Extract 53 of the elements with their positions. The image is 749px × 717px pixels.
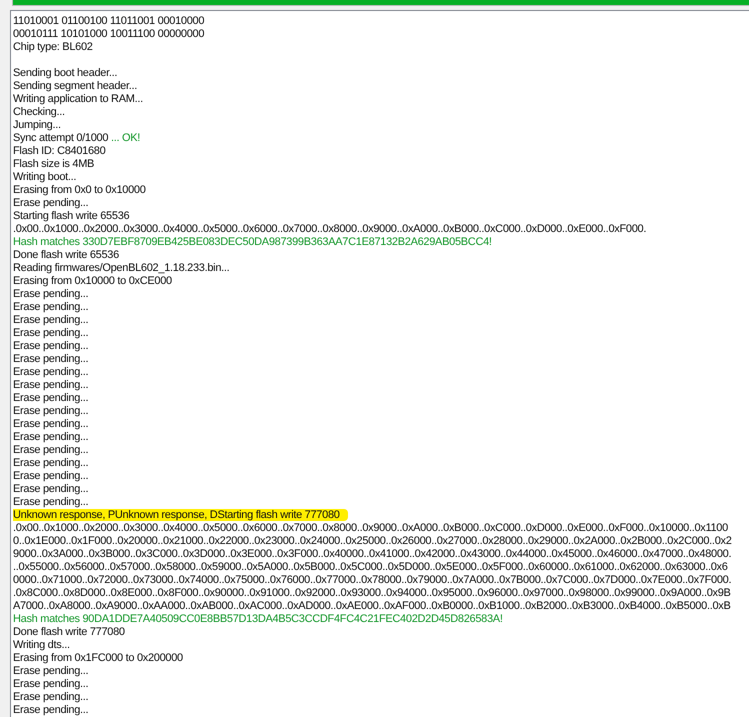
log-line: Erase pending... bbox=[13, 288, 88, 300]
log-line: Erase pending... bbox=[13, 392, 88, 404]
log-line: Erase pending... bbox=[13, 431, 88, 443]
log-line: 0000..0x71000..0x72000..0x73000..0x74000..0x75000..0x76000..0x77000..0x78000..0x79000..0x7A000..0x7B000..0x7C000..0x7D000..0x7E000..0x7F000. bbox=[13, 574, 732, 586]
log-line: Writing boot... bbox=[13, 171, 76, 183]
log-line: 11010001 01100100 11011001 00010000 bbox=[13, 15, 204, 27]
log-line: Erase pending... bbox=[13, 197, 88, 209]
log-line: Erase pending... bbox=[13, 405, 88, 417]
log-line: Erase pending... bbox=[13, 418, 88, 430]
log-line: Flash size is 4MB bbox=[13, 158, 94, 170]
log-line: 00010111 10101000 10011100 00000000 bbox=[13, 28, 204, 40]
log-line: Done flash write 777080 bbox=[13, 626, 125, 638]
log-line: .0x00..0x1000..0x2000..0x3000..0x4000..0x5000..0x6000..0x7000..0x8000..0x9000..0xA000..0xB000..0xC000..0xD000..0xE000..0xF000..0x10000..0x1100 bbox=[13, 522, 728, 534]
log-line: Erasing from 0x0 to 0x10000 bbox=[13, 184, 146, 196]
log-line: Erase pending... bbox=[13, 327, 88, 339]
log-line: Flash ID: C8401680 bbox=[13, 145, 106, 157]
log-line: Erase pending... bbox=[13, 665, 88, 677]
log-line: Erase pending... bbox=[13, 314, 88, 326]
log-line: Erase pending... bbox=[13, 483, 88, 495]
log-line: Erasing from 0x1FC000 to 0x200000 bbox=[13, 652, 183, 664]
log-line: A7000..0xA8000..0xA9000..0xAA000..0xAB000..0xAC000..0xAD000..0xAE000..0xAF000..0xB0000..0xB1000..0xB2000..0xB3000..0xB4000..0xB5000..0xB bbox=[13, 600, 731, 612]
log-line: Erase pending... bbox=[13, 301, 88, 313]
log-line: Erase pending... bbox=[13, 366, 88, 378]
log-line: Writing application to RAM... bbox=[13, 93, 143, 105]
log-line: Checking... bbox=[13, 106, 65, 118]
log-line: 0..0x1E000..0x1F000..0x20000..0x21000..0x22000..0x23000..0x24000..0x25000..0x26000..0x27000..0x28000..0x29000..0x2A000..0x2B000..0x2C000..0x2 bbox=[13, 535, 732, 547]
log-line: Erase pending... bbox=[13, 340, 88, 352]
log-line: Erase pending... bbox=[13, 470, 88, 482]
log-line: Starting flash write 65536 bbox=[13, 210, 130, 222]
log-line: Erase pending... bbox=[13, 353, 88, 365]
log-line: 9000..0x3A000..0x3B000..0x3C000..0x3D000..0x3E000..0x3F000..0x40000..0x41000..0x42000..0x43000..0x44000..0x45000..0x46000..0x47000..0x48000. bbox=[13, 548, 732, 560]
log-line: Erase pending... bbox=[13, 379, 88, 391]
log-line: .0x00..0x1000..0x2000..0x3000..0x4000..0x5000..0x6000..0x7000..0x8000..0x9000..0xA000..0xB000..0xC000..0xD000..0xE000..0xF000. bbox=[13, 223, 646, 235]
log-line: Sending boot header... bbox=[13, 67, 118, 79]
log-line: Erase pending... bbox=[13, 444, 88, 456]
log-line: Hash matches 90DA1DDE7A40509CC0E8BB57D13DA4B5C3CCDF4FC4C21FEC402D2D45D826583A! bbox=[13, 613, 503, 625]
log-line: Chip type: BL602 bbox=[13, 41, 93, 53]
log-line: Erasing from 0x10000 to 0xCE000 bbox=[13, 275, 172, 287]
log-line: Sending segment header... bbox=[13, 80, 137, 92]
log-line: Writing dts... bbox=[13, 639, 70, 651]
log-line: Erase pending... bbox=[13, 691, 88, 703]
log-line: ..0x55000..0x56000..0x57000..0x58000..0x59000..0x5A000..0x5B000..0x5C000..0x5D000..0x5E000..0x5F000..0x60000..0x61000..0x62000..0x63000..0x6 bbox=[13, 561, 728, 573]
log-line: Done flash write 65536 bbox=[13, 249, 119, 261]
log-output[interactable] bbox=[10, 10, 749, 717]
log-line: Erase pending... bbox=[13, 496, 88, 508]
log-line: Hash matches 330D7EBF8709EB425BE083DEC50DA987399B363AA7C1E87132B2A629AB05BCC4! bbox=[13, 236, 492, 248]
log-line: .0x8C000..0x8D000..0x8E000..0x8F000..0x90000..0x91000..0x92000..0x93000..0x94000..0x95000..0x96000..0x97000..0x98000..0x99000..0x9A000..0x9B bbox=[13, 587, 731, 599]
log-line: Erase pending... bbox=[13, 457, 88, 469]
log-line: Reading firmwares/OpenBL602_1.18.233.bin... bbox=[13, 262, 230, 274]
log-line: Jumping... bbox=[13, 119, 61, 131]
log-line: Erase pending... bbox=[13, 678, 88, 690]
log-line: Erase pending... bbox=[13, 704, 88, 716]
log-line: Sync attempt 0/1000 ... OK! bbox=[13, 132, 140, 144]
